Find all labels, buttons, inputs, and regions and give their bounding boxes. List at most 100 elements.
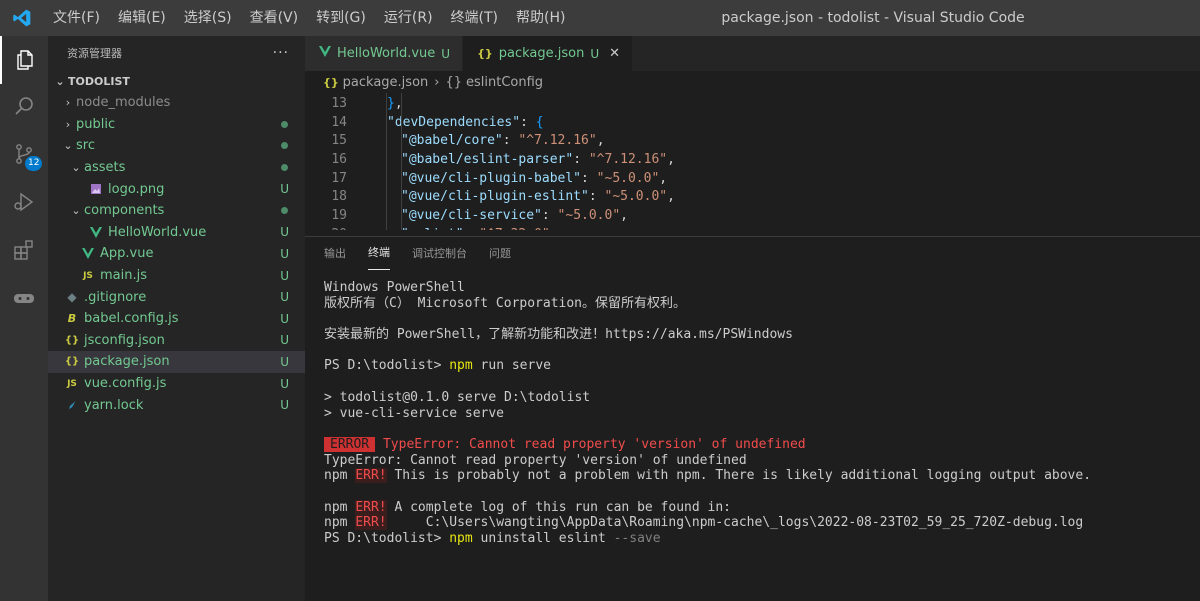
- js-file-icon: JS: [83, 270, 93, 281]
- code-text: "@vue/cli-plugin-babel": "~5.0.0",: [401, 170, 668, 186]
- code-line: 15 "@babel/core": "^7.12.16",: [305, 132, 1200, 151]
- tree-item[interactable]: logo.png U: [48, 178, 305, 200]
- remote-icon[interactable]: [0, 274, 48, 322]
- terminal-blank: [324, 374, 1091, 390]
- run-debug-icon[interactable]: [0, 178, 48, 226]
- extensions-icon[interactable]: [0, 226, 48, 274]
- chevron-down-icon: ⌄: [63, 139, 73, 153]
- err-label: ERR!: [355, 499, 387, 515]
- prompt: PS D:\todolist>: [324, 531, 450, 546]
- explorer-header: 资源管理器 ···: [48, 36, 305, 70]
- tree-item[interactable]: HelloWorld.vue U: [48, 222, 305, 244]
- untracked-status: U: [280, 246, 289, 261]
- code-line: 18 "@vue/cli-plugin-eslint": "~5.0.0",: [305, 188, 1200, 207]
- vue-file-icon: [88, 226, 104, 238]
- title-bar: 文件(F) 编辑(E) 选择(S) 查看(V) 转到(G) 运行(R) 终端(T…: [0, 0, 1200, 36]
- npm-label: npm: [324, 499, 348, 515]
- terminal-line: 版权所有（C） Microsoft Corporation。保留所有权利。: [324, 295, 687, 311]
- tree-item-label: vue.config.js: [84, 376, 167, 392]
- tree-item[interactable]: › node_modules: [48, 92, 305, 114]
- tree-item-label: public: [76, 116, 116, 132]
- chevron-right-icon: ›: [65, 117, 71, 131]
- source-control-icon[interactable]: 12: [0, 130, 48, 178]
- breadcrumb-file[interactable]: package.json: [343, 75, 429, 90]
- explorer-sidebar: 资源管理器 ··· ⌄ TODOLIST › node_modules › publi…: [48, 36, 305, 601]
- tree-item-label: .gitignore: [84, 289, 147, 305]
- code-line: 14 "devDependencies": {: [305, 114, 1200, 133]
- tree-item[interactable]: JS vue.config.js U: [48, 373, 305, 395]
- git-file-icon: ◆: [67, 290, 77, 305]
- json-file-icon: {}: [323, 75, 339, 89]
- explorer-icon[interactable]: [0, 36, 48, 84]
- tab-problems[interactable]: 问题: [489, 237, 511, 270]
- code-text: "@vue/cli-service": "~5.0.0",: [401, 208, 628, 224]
- tree-item[interactable]: ◆ .gitignore U: [48, 286, 305, 308]
- json-file-icon: {}: [64, 356, 80, 368]
- panel-tabs: 输出 终端 调试控制台 问题: [305, 237, 1200, 270]
- terminal-npm-err-line: npm ERR! A complete log of this run can …: [324, 499, 1091, 516]
- npm-label: npm: [324, 515, 348, 531]
- tree-item[interactable]: › public: [48, 114, 305, 136]
- tree-item-label: App.vue: [100, 246, 154, 262]
- err-label: ERR!: [355, 468, 387, 484]
- command-flag: --save: [613, 531, 661, 546]
- terminal-npm-err-line: npm ERR! This is probably not a problem …: [324, 468, 1091, 484]
- tree-item[interactable]: yarn.lock U: [48, 394, 305, 416]
- tree-item[interactable]: JS main.js U: [48, 265, 305, 287]
- err-text: This is probably not a problem with npm.…: [386, 468, 1092, 484]
- vue-file-icon: [80, 248, 96, 260]
- close-icon[interactable]: ✕: [609, 46, 620, 61]
- more-actions-icon[interactable]: ···: [273, 45, 289, 61]
- workspace-name: TODOLIST: [68, 74, 130, 88]
- terminal-npm-err-line: npm ERR! C:\Users\wangting\AppData\Roami…: [324, 515, 1091, 531]
- tree-item-label: logo.png: [108, 181, 165, 197]
- code-line: 19 "@vue/cli-service": "~5.0.0",: [305, 207, 1200, 226]
- code-line: 16 "@babel/eslint-parser": "^7.12.16",: [305, 151, 1200, 170]
- braces-icon: {}: [445, 74, 463, 90]
- tree-item-label: main.js: [100, 268, 147, 284]
- babel-file-icon: B: [67, 312, 77, 326]
- terminal-output[interactable]: Windows PowerShell 版权所有（C） Microsoft Cor…: [324, 280, 1091, 547]
- terminal-line: 安装最新的 PowerShell，了解新功能和改进！https://aka.ms…: [324, 327, 793, 343]
- tree-item[interactable]: Bbabel.config.js U: [48, 308, 305, 330]
- tree-item-label: node_modules: [76, 95, 171, 111]
- window-title: package.json - todolist - Visual Studio …: [721, 10, 1025, 26]
- untracked-status: U: [280, 311, 289, 326]
- workspace-section-header[interactable]: ⌄ TODOLIST: [48, 70, 305, 92]
- command-args: run serve: [472, 358, 551, 374]
- tab-helloworld-vue[interactable]: HelloWorld.vue U: [305, 36, 464, 71]
- tree-item[interactable]: ⌄ components: [48, 200, 305, 222]
- tree-item[interactable]: App.vue U: [48, 243, 305, 265]
- tree-item[interactable]: ⌄ src: [48, 135, 305, 157]
- terminal-command-line: PS D:\todolist> npm run serve: [324, 358, 1091, 374]
- code-text: "eslint": "^7.32.0",: [347, 226, 558, 230]
- tab-label: HelloWorld.vue: [337, 46, 436, 61]
- tree-item[interactable]: {} jsconfig.json U: [48, 330, 305, 352]
- tree-item[interactable]: {} package.json U: [48, 351, 305, 373]
- err-label: ERR!: [355, 515, 387, 531]
- err-text: A complete log of this run can be found …: [386, 499, 731, 515]
- line-number: 19: [331, 208, 347, 224]
- tree-item-label: src: [76, 138, 95, 154]
- err-text: C:\Users\wangting\AppData\Roaming\npm-ca…: [386, 515, 1084, 531]
- json-file-icon: {}: [477, 47, 493, 60]
- code-text: "@vue/cli-plugin-eslint": "~5.0.0",: [401, 189, 675, 205]
- modified-dot: [281, 207, 288, 215]
- tree-item-label: jsconfig.json: [84, 332, 165, 348]
- untracked-status: U: [280, 225, 289, 240]
- breadcrumb-symbol[interactable]: eslintConfig: [466, 75, 543, 90]
- terminal-line: > todolist@0.1.0 serve D:\todolist: [324, 389, 591, 405]
- tab-debug-console[interactable]: 调试控制台: [412, 237, 467, 270]
- code-line: 17 "@vue/cli-plugin-babel": "~5.0.0",: [305, 170, 1200, 189]
- tab-package-json[interactable]: {} package.json U ✕: [463, 36, 634, 71]
- chevron-down-icon: ⌄: [55, 74, 65, 88]
- json-file-icon: {}: [64, 334, 80, 346]
- code-lines: 13}, 14 "devDependencies": {15 "@babel/core…: [305, 93, 1200, 230]
- tree-item[interactable]: ⌄ assets: [48, 157, 305, 179]
- code-editor[interactable]: 13}, 14 "devDependencies": {15 "@babel/core…: [305, 93, 1200, 230]
- tab-terminal[interactable]: 终端: [368, 237, 390, 270]
- tab-output[interactable]: 输出: [324, 237, 346, 270]
- search-icon[interactable]: [0, 82, 48, 130]
- file-tree: › node_modules › public ⌄ src ⌄ assets logo.png U…: [48, 92, 305, 416]
- untracked-status: U: [280, 354, 289, 369]
